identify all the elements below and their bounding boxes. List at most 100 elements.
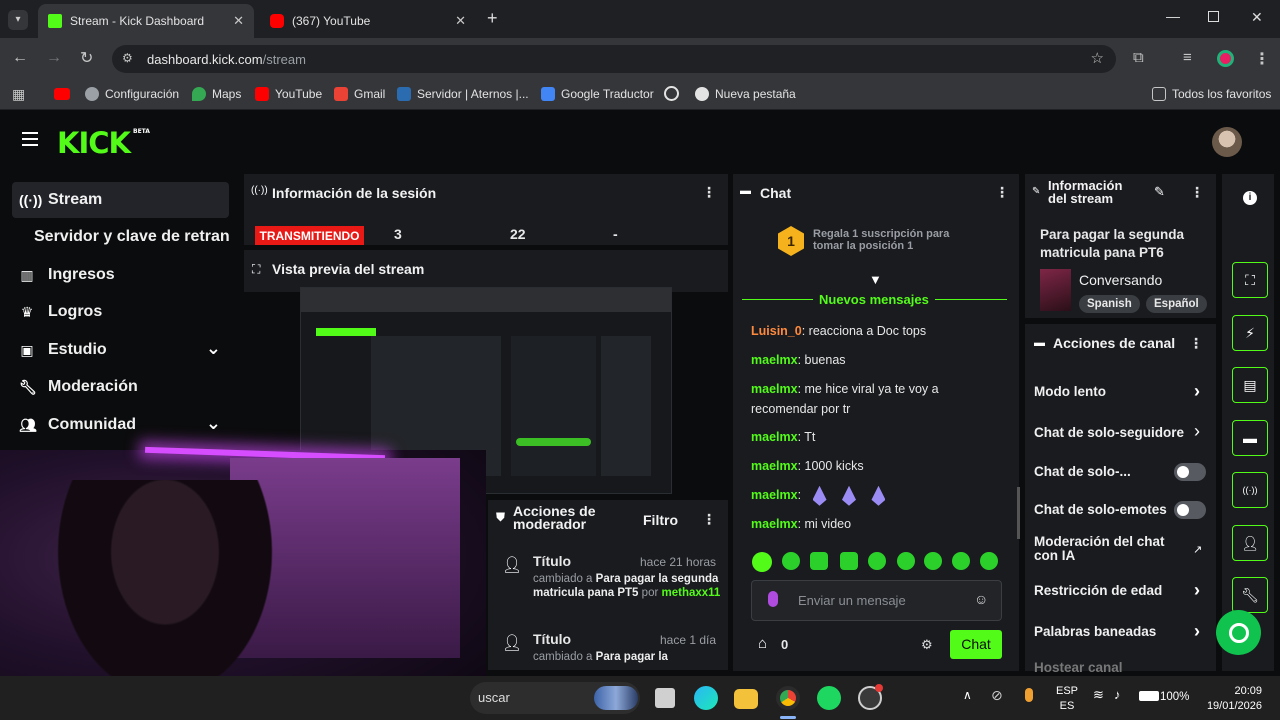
rail-actions-button[interactable]: ⚡︎ (1232, 315, 1268, 351)
kick-logo[interactable]: KICK BETA (57, 126, 150, 160)
chrome-icon[interactable] (776, 686, 800, 710)
external-link-icon[interactable]: ↗ (1193, 543, 1202, 556)
gift-sub-text[interactable]: Regala 1 suscripción para tomar la posic… (813, 228, 963, 252)
rail-notes-button[interactable]: ▤ (1232, 367, 1268, 403)
bookmark-aternos[interactable]: Servidor | Aternos |... (397, 87, 529, 101)
stream-info-more-icon[interactable]: ⋮ (1190, 184, 1204, 201)
action-emotes-only[interactable]: Chat de solo-emotes (1034, 502, 1167, 517)
file-explorer-icon[interactable] (734, 689, 758, 709)
emotes-only-toggle[interactable] (1174, 501, 1206, 519)
restore-icon[interactable] (1208, 11, 1219, 22)
profile-icon[interactable] (1217, 50, 1234, 67)
spotify-icon[interactable] (817, 686, 841, 710)
minimize-icon[interactable]: — (1166, 8, 1180, 24)
sidebar-item-logros[interactable]: ♛ Logros (12, 294, 229, 330)
chevron-right-icon[interactable]: › (1194, 421, 1200, 442)
rail-chat-button[interactable]: ▬ (1232, 420, 1268, 456)
bookmark-gmail[interactable]: Gmail (334, 87, 385, 101)
tab-kick-dashboard[interactable]: Stream - Kick Dashboard ✕ (38, 4, 254, 38)
tab-youtube[interactable]: (367) YouTube ✕ (260, 4, 476, 38)
youtube-bookmark-icon[interactable] (54, 88, 70, 100)
chevron-down-icon[interactable]: ⌄ (206, 413, 221, 434)
emote-icon[interactable] (952, 552, 970, 570)
action-followers-only[interactable]: Chat de solo-seguidores (1034, 425, 1184, 440)
channel-actions-more-icon[interactable]: ⋮ (1189, 335, 1203, 352)
edge-icon[interactable] (694, 686, 718, 710)
emote-icon[interactable] (980, 552, 998, 570)
rail-broadcast-button[interactable]: ((·)) (1232, 472, 1268, 508)
chat-input[interactable]: Enviar un mensaje ☺ (751, 580, 1002, 621)
url-field[interactable]: ⚙ dashboard.kick.com/stream ☆ (112, 45, 1116, 73)
rail-preview-button[interactable]: ⛶ (1232, 262, 1268, 298)
bookmark-star-icon[interactable]: ☆ (1091, 49, 1104, 67)
sidebar-item-ingresos[interactable]: ▥ Ingresos (12, 257, 229, 293)
action-host-channel[interactable]: Hostear canal (1034, 660, 1123, 674)
bookmark-youtube[interactable]: YouTube (255, 87, 322, 101)
mod-actions-more-icon[interactable]: ⋮ (702, 511, 716, 528)
emote-icon[interactable] (924, 552, 942, 570)
battery-icon[interactable] (1139, 691, 1159, 701)
language-indicator[interactable]: ESP ES (1056, 684, 1078, 714)
tray-expand-icon[interactable]: ∧ (963, 688, 972, 702)
emote-icon[interactable] (868, 552, 886, 570)
sidebar-item-estudio[interactable]: ▣ Estudio ⌄ (12, 332, 229, 368)
support-chat-button[interactable] (1216, 610, 1261, 655)
rail-mod-button[interactable]: 👤︎ (1232, 525, 1268, 561)
emote-icon[interactable] (752, 552, 772, 572)
pin-collapse-icon[interactable]: ▼ (869, 272, 882, 287)
tab-search-icon[interactable]: ▾ (8, 10, 28, 30)
chat-scrollbar[interactable] (1017, 487, 1020, 539)
action-banned-words[interactable]: Palabras baneadas › (1034, 621, 1200, 641)
sidebar-item-comunidad[interactable]: 👥︎ Comunidad ⌄ (12, 407, 229, 443)
network-off-icon[interactable]: ⊘ (991, 687, 1003, 704)
wifi-icon[interactable]: ≋ (1093, 687, 1104, 703)
hamburger-menu-icon[interactable] (22, 132, 38, 146)
chevron-down-icon[interactable]: ⌄ (206, 338, 221, 359)
edit-pencil-icon[interactable]: ✎ (1154, 184, 1165, 200)
store-icon[interactable]: ⌂ (758, 635, 767, 652)
all-bookmarks[interactable]: Todos los favoritos (1152, 87, 1271, 101)
microphone-icon[interactable] (1025, 688, 1033, 702)
bookmark-configuracion[interactable]: Configuración (85, 87, 179, 101)
session-more-icon[interactable]: ⋮ (702, 184, 716, 201)
extensions-icon[interactable]: ⧉ (1133, 49, 1144, 66)
sidebar-item-stream[interactable]: ((·)) Stream (12, 182, 229, 218)
category-thumbnail[interactable] (1040, 269, 1071, 311)
action-ai-moderation[interactable]: Moderación del chat con IA (1034, 535, 1174, 563)
action-slow-mode[interactable]: Modo lento › (1034, 381, 1200, 401)
apps-grid-icon[interactable]: ▦ (12, 86, 25, 103)
back-arrow-icon[interactable]: ← (12, 49, 28, 67)
menu-dots-icon[interactable]: ⋮ (1254, 49, 1270, 69)
sidebar-item-moderacion[interactable]: 🔧︎ Moderación (12, 369, 229, 405)
clock[interactable]: 20:09 19/01/2026 (1204, 684, 1262, 714)
rail-wrench-button[interactable]: 🔧︎ (1232, 577, 1268, 613)
globe-icon[interactable] (664, 86, 679, 101)
subs-only-toggle[interactable] (1174, 463, 1206, 481)
microphone-icon[interactable] (768, 591, 778, 607)
media-icon[interactable]: ≡ (1183, 49, 1192, 66)
action-age-restriction[interactable]: Restricción de edad › (1034, 580, 1200, 600)
emote-icon[interactable] (840, 552, 858, 570)
task-view-icon[interactable] (655, 688, 675, 708)
close-tab-icon[interactable]: ✕ (233, 13, 244, 29)
category-name[interactable]: Conversando (1079, 272, 1162, 288)
close-window-icon[interactable]: ✕ (1251, 9, 1263, 26)
new-tab-button[interactable]: + (487, 8, 498, 29)
volume-icon[interactable]: ♪ (1114, 687, 1121, 702)
taskbar-search-box[interactable]: uscar (470, 682, 640, 714)
forward-arrow-icon[interactable]: → (46, 49, 62, 67)
tag-pill[interactable]: Spanish (1079, 295, 1140, 313)
sidebar-item-servidor[interactable]: Servidor y clave de retransm (12, 219, 229, 255)
user-avatar[interactable] (1212, 127, 1242, 157)
chat-settings-icon[interactable]: ⚙ (921, 637, 933, 653)
bookmark-nueva-pestana[interactable]: Nueva pestaña (695, 87, 796, 101)
emote-icon[interactable] (782, 552, 800, 570)
close-tab-icon[interactable]: ✕ (455, 13, 466, 29)
action-subs-only[interactable]: Chat de solo-... (1034, 464, 1131, 479)
chat-more-icon[interactable]: ⋮ (995, 184, 1009, 201)
site-info-icon[interactable]: ⚙ (122, 51, 133, 65)
tag-pill[interactable]: Español (1146, 295, 1207, 313)
emote-icon[interactable] (810, 552, 828, 570)
emoji-icon[interactable]: ☺ (974, 591, 988, 607)
reload-icon[interactable]: ↻ (80, 48, 93, 68)
